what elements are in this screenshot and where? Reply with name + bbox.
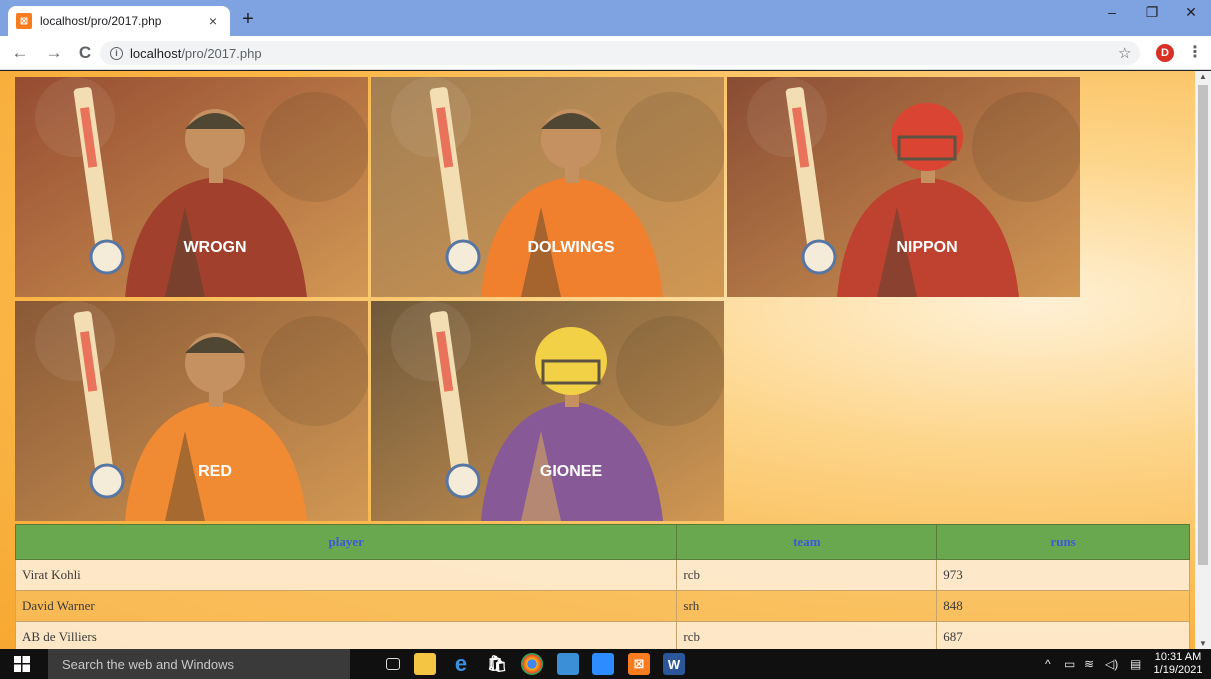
bookmark-star-icon[interactable]: ☆: [1118, 44, 1131, 62]
show-hidden-icons-icon[interactable]: ^: [1045, 657, 1051, 671]
tab-title: localhost/pro/2017.php: [40, 14, 162, 28]
notification-icon[interactable]: ▤: [1130, 657, 1141, 671]
player-column-header: player: [14, 524, 678, 560]
kohli-photo-art: WROGN: [15, 77, 368, 297]
warner-photo: DOLWINGS: [371, 77, 724, 297]
new-tab-button[interactable]: +: [236, 8, 260, 32]
store-icon[interactable]: 🛍: [486, 653, 508, 675]
address-bar[interactable]: i localhost/pro/2017.php: [100, 41, 1140, 65]
close-window-button[interactable]: ✕: [1176, 4, 1206, 21]
file-explorer-icon[interactable]: [414, 653, 436, 675]
table-row: David Warner srh 848: [14, 590, 1190, 622]
gambhir-photo-art: GIONEE: [371, 301, 724, 521]
warner-photo-art: DOLWINGS: [371, 77, 724, 297]
table-row: AB de Villiers rcb 687: [14, 621, 1190, 649]
jersey-sponsor-text: GIONEE: [540, 463, 603, 480]
jersey-sponsor-text: DOLWINGS: [527, 239, 614, 256]
de-villiers-photo: NIPPON: [727, 77, 1080, 297]
minimize-button[interactable]: –: [1097, 4, 1127, 20]
taskbar-clock[interactable]: 10:31 AM 1/19/2021: [1150, 651, 1206, 677]
word-icon[interactable]: W: [663, 653, 685, 675]
menu-icon[interactable]: ⋮: [1187, 42, 1203, 62]
url-text: localhost/pro/2017.php: [130, 46, 262, 61]
clock-date: 1/19/2021: [1153, 664, 1203, 676]
player-cell: David Warner: [14, 590, 678, 622]
scroll-down-icon[interactable]: ▼: [1199, 639, 1207, 648]
back-button[interactable]: ←: [10, 43, 30, 63]
runs-cell: 687: [936, 621, 1190, 649]
battery-icon[interactable]: ▭: [1064, 657, 1075, 671]
runs-column-header: runs: [936, 524, 1190, 560]
profile-avatar[interactable]: D: [1156, 44, 1174, 62]
zoom-icon[interactable]: [592, 653, 614, 675]
kohli-photo: WROGN: [15, 77, 368, 297]
jersey-sponsor-text: RED: [198, 463, 232, 480]
team-cell: rcb: [676, 559, 938, 591]
jersey-sponsor-text: NIPPON: [896, 239, 957, 256]
app-icon[interactable]: [557, 653, 579, 675]
taskbar-search-box[interactable]: Search the web and Windows: [48, 649, 350, 679]
table-header-row: player team runs: [14, 524, 1190, 560]
de-villiers-photo-art: NIPPON: [727, 77, 1080, 297]
runs-table: player team runs Virat Kohli rcb 973 Dav…: [14, 524, 1190, 649]
scroll-up-icon[interactable]: ▲: [1199, 72, 1207, 81]
task-view-icon[interactable]: [386, 658, 400, 670]
forward-button[interactable]: →: [44, 43, 64, 63]
browser-tab-strip: ⊠ localhost/pro/2017.php × + – ❐ ✕: [0, 0, 1211, 36]
jersey-sponsor-text: WROGN: [183, 239, 246, 256]
volume-icon[interactable]: ◁): [1105, 657, 1118, 671]
edge-icon[interactable]: e: [450, 651, 472, 676]
url-path: /pro/2017.php: [181, 45, 262, 61]
reload-button[interactable]: C: [75, 43, 95, 63]
page-viewport: WROGN DOLWINGS NIPPON RED GIONEE player …: [0, 71, 1211, 649]
scrollbar-thumb[interactable]: [1198, 85, 1208, 565]
windows-taskbar: Search the web and Windows e 🛍 ⊠ W ^ ▭ ≋…: [0, 649, 1211, 679]
network-icon[interactable]: ≋: [1084, 657, 1094, 671]
info-icon[interactable]: i: [110, 46, 123, 60]
player-cell: AB de Villiers: [14, 621, 678, 649]
xampp-taskbar-icon[interactable]: ⊠: [628, 653, 650, 675]
vertical-scrollbar[interactable]: ▲ ▼: [1195, 71, 1211, 649]
runs-cell: 848: [936, 590, 1190, 622]
table-row: Virat Kohli rcb 973: [14, 559, 1190, 591]
player-cell: Virat Kohli: [14, 559, 678, 591]
clock-time: 10:31 AM: [1154, 651, 1202, 663]
url-host: localhost: [130, 45, 182, 61]
runs-cell: 973: [936, 559, 1190, 591]
team-cell: srh: [676, 590, 938, 622]
gambhir-photo: GIONEE: [371, 301, 724, 521]
restore-button[interactable]: ❐: [1137, 4, 1167, 21]
dhawan-photo: RED: [15, 301, 368, 521]
team-column-header: team: [676, 524, 938, 560]
close-tab-button[interactable]: ×: [204, 13, 222, 29]
browser-tab[interactable]: ⊠ localhost/pro/2017.php ×: [8, 6, 230, 36]
browser-toolbar: ← → C i localhost/pro/2017.php ☆ D ⋮: [0, 36, 1211, 70]
chrome-icon[interactable]: [521, 653, 543, 675]
xampp-icon: ⊠: [16, 13, 32, 29]
team-cell: rcb: [676, 621, 938, 649]
dhawan-photo-art: RED: [15, 301, 368, 521]
